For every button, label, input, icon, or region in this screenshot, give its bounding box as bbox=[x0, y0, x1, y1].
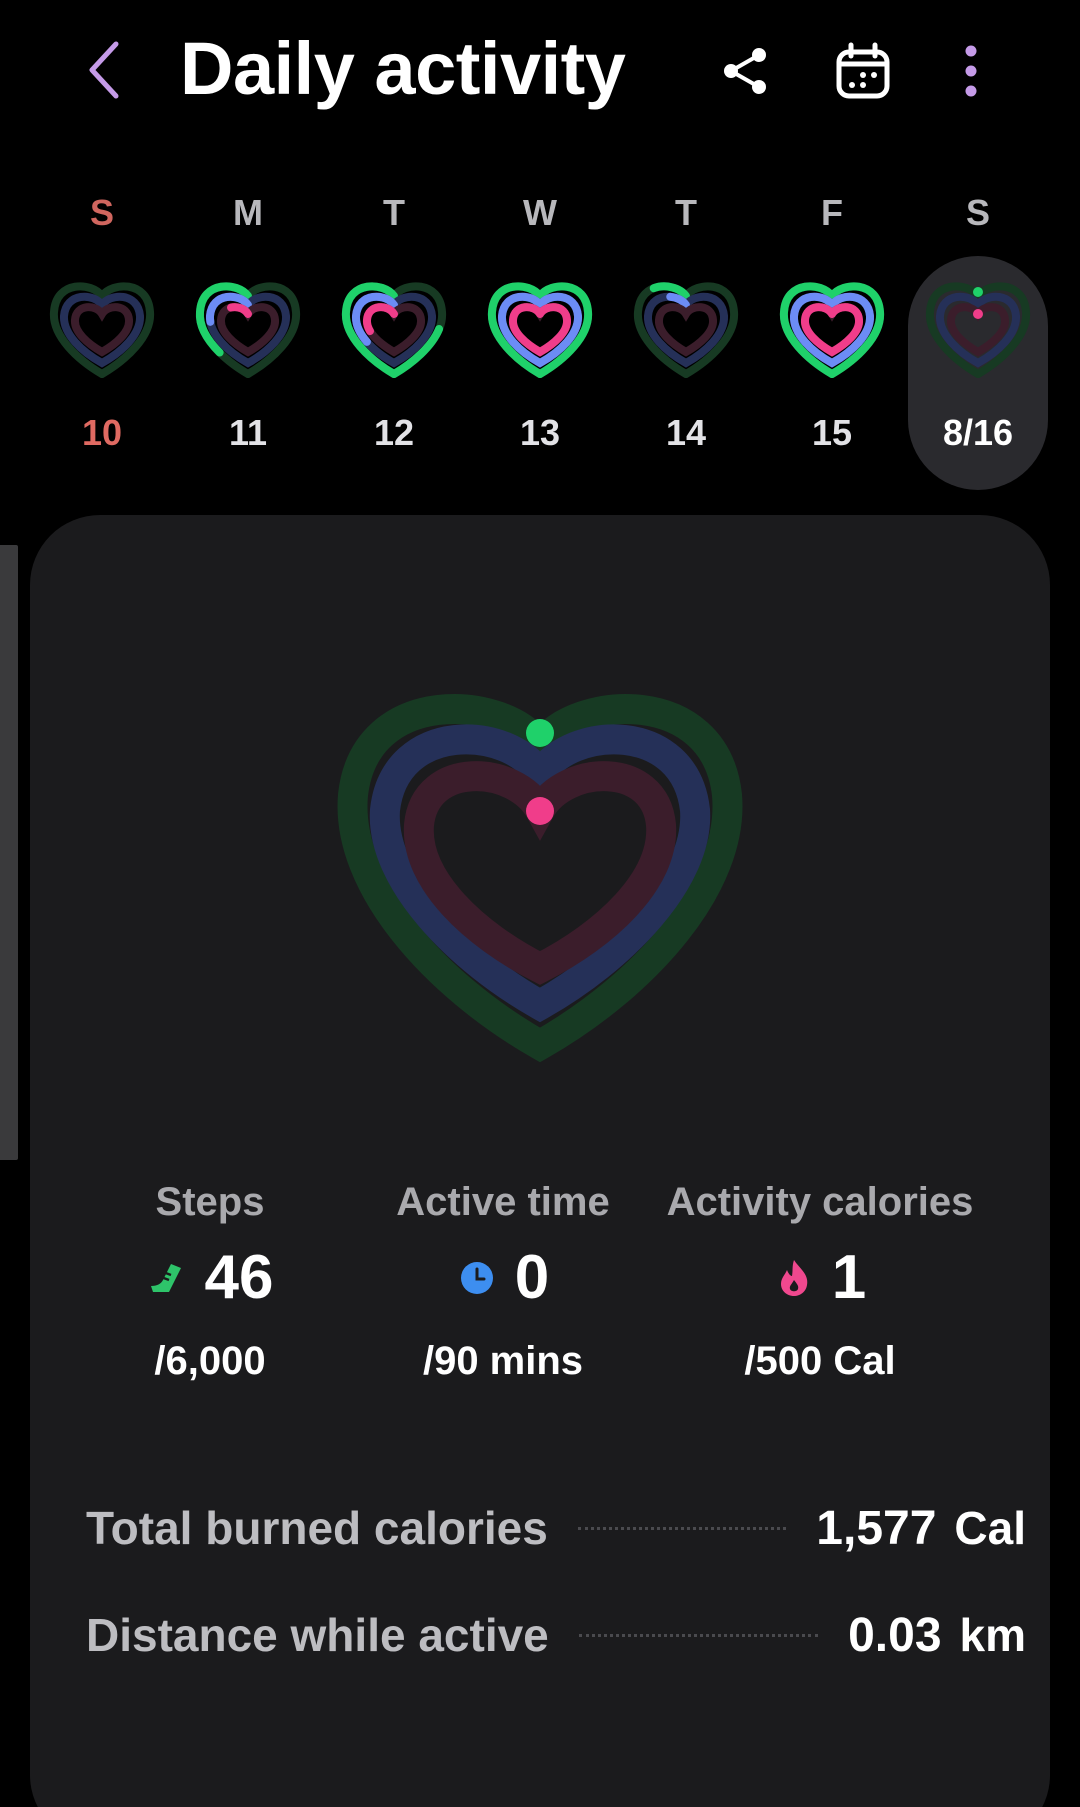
more-options-button[interactable] bbox=[936, 36, 1006, 106]
day-item-selected[interactable]: S 8/16 bbox=[908, 180, 1048, 500]
active-time-goal: /90 mins bbox=[422, 1339, 584, 1383]
distance-while-active-row[interactable]: Distance while active 0.03 km bbox=[86, 1600, 1026, 1670]
day-number: 11 bbox=[228, 412, 268, 453]
day-number: 8/16 bbox=[942, 412, 1014, 453]
scroll-indicator[interactable] bbox=[0, 545, 18, 1160]
active-time-label: Active time bbox=[396, 1180, 610, 1224]
activity-heart-rings-icon bbox=[337, 694, 743, 1063]
clock-icon bbox=[457, 1258, 497, 1298]
app-header: Daily activity bbox=[0, 0, 1080, 150]
page-title: Daily activity bbox=[180, 27, 626, 110]
day-letter: M bbox=[233, 192, 263, 233]
day-item[interactable]: T 12 bbox=[324, 180, 464, 500]
day-letter: T bbox=[383, 192, 405, 233]
shoe-icon bbox=[147, 1258, 187, 1298]
day-item[interactable]: M 11 bbox=[178, 180, 318, 500]
day-activity-heart-icon bbox=[195, 282, 301, 378]
activity-card: Steps 46 /6,000 Active time 0 /90 mins A… bbox=[30, 515, 1050, 1807]
activity-calories-value: 1 bbox=[831, 1243, 867, 1312]
day-item[interactable]: W 13 bbox=[470, 180, 610, 500]
calendar-button[interactable] bbox=[828, 36, 898, 106]
more-vertical-icon bbox=[965, 45, 977, 97]
active-time-value: 0 bbox=[514, 1243, 550, 1312]
total-burned-calories-value: 1,577 bbox=[816, 1501, 937, 1555]
dotted-leader bbox=[577, 1526, 787, 1530]
activity-calories-label: Activity calories bbox=[666, 1180, 974, 1224]
steps-value: 46 bbox=[204, 1243, 274, 1312]
calendar-icon bbox=[836, 42, 890, 99]
total-burned-calories-unit: Cal bbox=[954, 1502, 1026, 1554]
day-activity-heart-icon bbox=[633, 282, 739, 378]
steps-stat[interactable]: Steps 46 /6,000 bbox=[100, 1180, 320, 1400]
day-activity-heart-icon bbox=[487, 282, 593, 378]
share-button[interactable] bbox=[710, 36, 780, 106]
week-day-selector: S 10 M 11 T 12 W 13 T 14 F 15 S 8/16 bbox=[0, 180, 1080, 500]
back-chevron-icon bbox=[89, 41, 119, 99]
activity-calories-stat[interactable]: Activity calories 1 /500 Cal bbox=[650, 1180, 990, 1400]
day-letter: S bbox=[89, 192, 114, 233]
distance-while-active-unit: km bbox=[959, 1609, 1026, 1661]
distance-while-active-label: Distance while active bbox=[86, 1609, 549, 1661]
day-item[interactable]: F 15 bbox=[762, 180, 902, 500]
day-letter: W bbox=[523, 192, 557, 233]
day-number: 10 bbox=[81, 412, 123, 453]
share-icon bbox=[724, 48, 766, 94]
day-number: 12 bbox=[373, 412, 415, 453]
active-time-stat[interactable]: Active time 0 /90 mins bbox=[378, 1180, 628, 1400]
activity-calories-goal: /500 Cal bbox=[744, 1339, 896, 1383]
dotted-leader bbox=[578, 1633, 819, 1637]
steps-goal: /6,000 bbox=[154, 1339, 266, 1383]
day-number: 13 bbox=[519, 412, 561, 453]
distance-while-active-value: 0.03 bbox=[848, 1608, 942, 1662]
day-activity-heart-icon bbox=[779, 282, 885, 378]
steps-label: Steps bbox=[155, 1180, 265, 1224]
day-letter: F bbox=[821, 192, 843, 233]
day-letter: T bbox=[675, 192, 697, 233]
calories-start-dot bbox=[973, 309, 983, 319]
day-activity-heart-icon bbox=[49, 282, 155, 378]
total-burned-calories-label: Total burned calories bbox=[86, 1502, 548, 1554]
back-button[interactable] bbox=[78, 30, 130, 110]
daily-activity-screen: Daily activity S 10 M 11 T 12 W 13 T 14 … bbox=[0, 0, 1080, 1807]
day-activity-heart-icon bbox=[341, 282, 447, 378]
day-item[interactable]: S 10 bbox=[32, 180, 172, 500]
steps-start-dot bbox=[973, 287, 983, 297]
activity-stats: Steps 46 /6,000 Active time 0 /90 mins A… bbox=[30, 1180, 1050, 1400]
total-burned-calories-row[interactable]: Total burned calories 1,577 Cal bbox=[86, 1493, 1026, 1563]
day-activity-heart-icon bbox=[925, 282, 1031, 378]
day-letter: S bbox=[965, 192, 990, 233]
flame-icon bbox=[774, 1258, 814, 1298]
day-item[interactable]: T 14 bbox=[616, 180, 756, 500]
day-number: 14 bbox=[665, 412, 707, 453]
day-number: 15 bbox=[811, 412, 853, 453]
